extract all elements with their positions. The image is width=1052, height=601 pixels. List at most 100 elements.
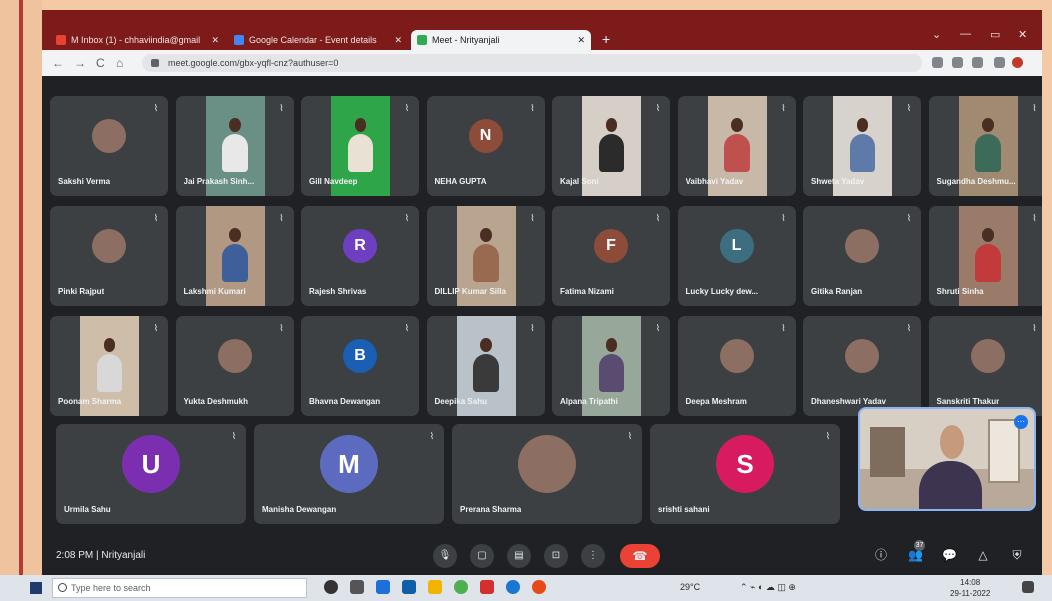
edge-icon[interactable] — [506, 580, 520, 594]
close-icon[interactable]: ✕ — [394, 35, 402, 46]
person-head — [229, 228, 241, 242]
windows-start-icon[interactable] — [30, 582, 42, 594]
meeting-time: 2:08 PM — [56, 550, 94, 561]
mic-off-icon: ⌇ — [153, 323, 159, 333]
participant-tile[interactable]: ⌇ Deepika Sahu — [426, 316, 545, 416]
chevron-down-icon[interactable]: ⌄ — [932, 28, 941, 41]
participant-tile[interactable]: S ⌇ srishti sahani — [650, 424, 840, 524]
restore-icon[interactable]: ▭ — [990, 28, 1000, 41]
activities-icon[interactable]: △ — [976, 548, 990, 562]
calendar-favicon-icon — [234, 35, 244, 45]
participant-tile[interactable]: ⌇ Sanskriti Thakur — [928, 316, 1042, 416]
info-icon[interactable]: ⓘ — [874, 548, 888, 562]
avatar — [845, 339, 879, 373]
participant-tile[interactable]: F ⌇ Fatima Nizami — [552, 206, 670, 306]
chrome-icon[interactable] — [454, 580, 468, 594]
file-explorer-icon[interactable] — [428, 580, 442, 594]
notification-icon[interactable] — [1022, 581, 1034, 593]
forward-icon[interactable]: → — [74, 56, 86, 70]
participant-tile[interactable]: ⌇ Alpana Tripathi — [552, 316, 670, 416]
dropbox-icon[interactable] — [402, 580, 416, 594]
participant-tile[interactable]: M ⌇ Manisha Dewangan — [254, 424, 444, 524]
home-icon[interactable]: ⌂ — [116, 56, 123, 70]
participant-tile[interactable]: ⌇ Deepa Meshram — [677, 316, 796, 416]
lock-icon — [151, 59, 159, 67]
back-icon[interactable]: ← — [52, 56, 64, 70]
taskbar-clock[interactable]: 14:08 29-11-2022 — [950, 577, 990, 599]
tray-icons[interactable]: ⌃ ⌁ ◐ ☁ ◫ ⊕ — [740, 582, 796, 593]
chat-icon[interactable]: 💬 — [942, 548, 957, 562]
self-view-tile[interactable]: ⋯ — [858, 407, 1036, 511]
participant-tile[interactable]: B ⌇ Bhavna Dewangan — [301, 316, 419, 416]
captions-button[interactable]: ▤ — [507, 544, 531, 568]
star-icon[interactable] — [972, 57, 983, 68]
participant-tile[interactable]: ⌇ Gill Navdeep — [301, 96, 419, 196]
participant-tile[interactable]: ⌇ Kajal Soni — [552, 96, 670, 196]
participant-name: Manisha Dewangan — [262, 505, 337, 514]
weather-temperature[interactable]: 29°C — [680, 582, 700, 592]
meet-favicon-icon — [417, 35, 427, 45]
self-view-options-icon[interactable]: ⋯ — [1014, 415, 1028, 429]
close-window-icon[interactable]: ✕ — [1018, 28, 1027, 41]
avatar: S — [716, 435, 774, 493]
tab-label: Google Calendar - Event details — [249, 35, 377, 45]
app-orange-icon[interactable] — [532, 580, 546, 594]
participant-tile[interactable]: ⌇ Prerana Sharma — [452, 424, 642, 524]
person-body — [473, 244, 499, 282]
puzzle-icon[interactable] — [994, 57, 1005, 68]
person-head — [229, 118, 241, 132]
mail-app-icon[interactable] — [376, 580, 390, 594]
minimize-icon[interactable]: — — [960, 28, 971, 40]
participant-tile[interactable]: ⌇ Poonam Sharma — [50, 316, 168, 416]
taskbar-search-input[interactable]: Type here to search — [52, 578, 307, 598]
participant-tile[interactable]: ⌇ Sakshi Verma — [50, 96, 168, 196]
participant-tile[interactable]: ⌇ Vaibhavi Yadav — [677, 96, 796, 196]
new-tab-button[interactable]: + — [602, 31, 610, 47]
end-call-button[interactable]: ☎ — [620, 544, 660, 568]
camera-button[interactable]: ▢ — [470, 544, 494, 568]
person-body — [849, 134, 876, 172]
meeting-controls-bar: 2:08 PM | Nrityanjali 🎙 ▢ ▤ ⊡ ⋮ ☎ ⓘ 👥 37… — [42, 537, 1042, 575]
person-body — [724, 134, 750, 172]
task-view-icon[interactable] — [350, 580, 364, 594]
participant-tile[interactable]: ⌇ Sugandha Deshmu... — [928, 96, 1042, 196]
person-head — [103, 338, 116, 352]
participant-tile[interactable]: ⌇ Shruti Sinha — [928, 206, 1042, 306]
participant-tile[interactable]: ⌇ Shweta Yadav — [803, 96, 921, 196]
participant-tile[interactable]: ⌇ Dhaneshwari Yadav — [803, 316, 921, 416]
extension-icon[interactable] — [932, 57, 943, 68]
mic-button[interactable]: 🎙 — [433, 544, 457, 568]
participant-tile[interactable]: ⌇ DILLIP Kumar Silla — [426, 206, 545, 306]
mic-off-icon: ⌇ — [530, 103, 535, 113]
participant-tile[interactable]: N ⌇ NEHA GUPTA — [426, 96, 545, 196]
participant-tile[interactable]: ⌇ Lakshmi Kumari — [175, 206, 294, 306]
profile-icon[interactable] — [1012, 57, 1023, 68]
present-button[interactable]: ⊡ — [544, 544, 568, 568]
url-field[interactable]: meet.google.com/gbx-yqfl-cnz?authuser=0 — [142, 54, 922, 72]
participant-tile[interactable]: ⌇ Gitika Ranjan — [803, 206, 921, 306]
tab-bar: M Inbox (1) - chhaviindia@gmail ✕ Google… — [42, 10, 1042, 50]
cortana-icon[interactable] — [324, 580, 338, 594]
tab-gmail[interactable]: M Inbox (1) - chhaviindia@gmail ✕ — [50, 30, 225, 50]
close-icon[interactable]: ✕ — [211, 35, 219, 46]
participant-tile[interactable]: L ⌇ Lucky Lucky dew... — [677, 206, 796, 306]
participant-tile[interactable]: U ⌇ Urmila Sahu — [56, 424, 246, 524]
reload-icon[interactable]: C — [96, 56, 105, 70]
share-icon[interactable] — [952, 57, 963, 68]
participant-tile[interactable]: ⌇ Jai Prakash Sinh... — [175, 96, 294, 196]
app-red-icon[interactable] — [480, 580, 494, 594]
person-body — [347, 134, 374, 172]
tab-calendar[interactable]: Google Calendar - Event details ✕ — [228, 30, 408, 50]
more-options-button[interactable]: ⋮ — [581, 544, 605, 568]
mic-off-icon: ⌇ — [906, 323, 912, 333]
participant-name: Gill Navdeep — [309, 177, 358, 186]
participant-tile[interactable]: ⌇ Pinki Rajput — [50, 206, 168, 306]
meeting-name: Nrityanjali — [101, 550, 146, 561]
host-controls-icon[interactable]: ⛨ — [1010, 548, 1024, 562]
close-icon[interactable]: ✕ — [577, 35, 585, 46]
participant-tile[interactable]: R ⌇ Rajesh Shrivas — [301, 206, 419, 306]
tab-meet[interactable]: Meet - Nrityanjali ✕ — [411, 30, 591, 50]
participant-name: Fatima Nizami — [560, 287, 614, 296]
avatar: N — [468, 119, 503, 153]
participant-tile[interactable]: ⌇ Yukta Deshmukh — [175, 316, 294, 416]
